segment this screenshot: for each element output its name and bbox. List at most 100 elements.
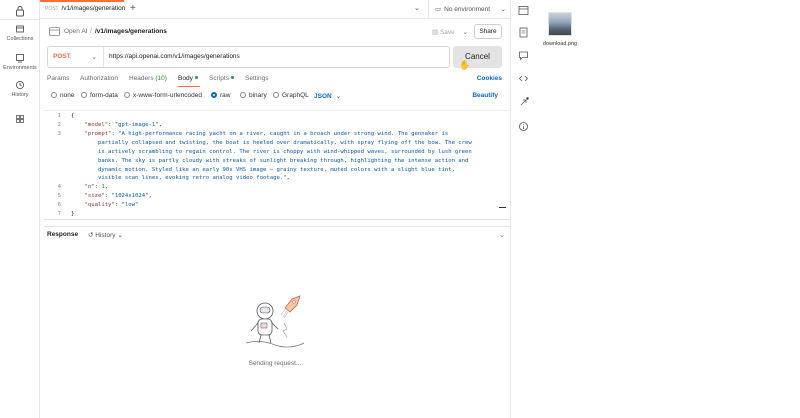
json-value: "1024x1024" <box>111 193 149 199</box>
chevron-down-icon: ⌄ <box>117 232 123 239</box>
share-button[interactable]: Share <box>474 24 502 39</box>
radio-button[interactable] <box>124 92 130 98</box>
info-icon[interactable] <box>518 121 529 132</box>
radio-binary[interactable]: binary <box>240 92 267 99</box>
json-value: is actively scrambling to regain control… <box>97 149 472 155</box>
tab-headers-label: Headers <box>129 75 154 82</box>
documentation-icon[interactable] <box>518 27 529 38</box>
method-select[interactable]: POST ⌄ <box>48 47 104 67</box>
json-value: banks. The sky is partly cloudy with str… <box>97 158 469 164</box>
breadcrumb: Open AI / /v1/images/generations ▤ Save … <box>40 22 510 42</box>
new-tab-button[interactable]: + <box>130 3 136 14</box>
desktop <box>535 0 800 418</box>
sidebar-item-label: History <box>11 92 29 98</box>
tab-params[interactable]: Params <box>47 75 69 82</box>
radio-raw[interactable]: raw <box>211 92 230 99</box>
code-line: } <box>71 211 75 217</box>
active-tab-indicator <box>178 86 200 87</box>
chevron-down-icon[interactable]: ⌄ <box>499 231 505 239</box>
left-sidebar: Collections Environments History <box>0 0 40 418</box>
cookies-link[interactable]: Cookies <box>477 75 502 82</box>
postman-app: Collections Environments History POST /v… <box>0 0 535 418</box>
lock-icon[interactable] <box>14 5 26 17</box>
save-icon: ▤ <box>432 29 439 36</box>
format-select[interactable]: JSON ⌄ <box>314 92 341 100</box>
code-line: partially collapsed and twisting, the bo… <box>71 140 472 146</box>
json-key: "n" <box>84 184 95 190</box>
line-number: 3 <box>57 131 61 137</box>
mouse-cursor-icon: ✋ <box>459 60 471 70</box>
tab-headers[interactable]: Headers (10) <box>129 75 167 82</box>
astronaut-illustration-icon <box>245 295 305 348</box>
chevron-down-icon: ⌄ <box>500 6 506 13</box>
tab-label: /v1/images/generation <box>61 5 126 12</box>
radio-label: form-data <box>90 92 118 99</box>
json-key: "quality" <box>84 202 115 208</box>
history-icon <box>15 80 25 90</box>
radio-none[interactable]: none <box>51 92 74 99</box>
file-name-label[interactable]: download.png <box>538 41 582 47</box>
radio-button-selected[interactable] <box>211 92 217 98</box>
code-icon[interactable] <box>518 73 529 84</box>
url-bar: POST ⌄ https://api.openai.com/v1/images/… <box>47 46 450 68</box>
status-dot <box>230 76 234 79</box>
request-tabs: Params Authorization Headers (10) Body S… <box>47 74 502 88</box>
tab-method: POST <box>45 6 59 12</box>
sidebar-item-history[interactable]: History <box>0 80 40 98</box>
json-key: "prompt" <box>84 131 112 137</box>
radio-button[interactable] <box>81 92 87 98</box>
code-line: "size": "1024x1024", <box>84 193 152 199</box>
request-tab[interactable]: POST /v1/images/generation <box>40 0 126 19</box>
chevron-down-icon[interactable]: ⌄ <box>414 4 420 12</box>
panel-toggle-icon[interactable] <box>518 5 529 16</box>
json-value: "A high-performance racing yacht on a ri… <box>118 131 449 137</box>
sidebar-item-collections[interactable]: Collections <box>0 24 40 42</box>
radio-form-data[interactable]: form-data <box>81 92 118 99</box>
tab-scripts[interactable]: Scripts <box>209 75 234 82</box>
chevron-down-icon: ⌄ <box>91 54 97 61</box>
sidebar-item-apps[interactable] <box>0 114 40 126</box>
json-value: dynamic motion. Styled like an early 90s… <box>97 167 455 173</box>
code-line: "n": 1, <box>84 184 109 190</box>
sidebar-item-environments[interactable]: Environments <box>0 53 40 71</box>
comments-icon[interactable] <box>518 50 529 61</box>
json-value: "gpt-image-1" <box>114 122 159 128</box>
environment-selector[interactable]: ▭ No environment ⌄ <box>428 0 510 19</box>
radio-label: binary <box>249 92 267 99</box>
format-label: JSON <box>314 93 332 100</box>
line-number: 5 <box>57 193 61 199</box>
related-collections-icon[interactable] <box>518 97 529 108</box>
tab-authorization[interactable]: Authorization <box>80 75 118 82</box>
breadcrumb-request[interactable]: /v1/images/generations <box>95 28 167 35</box>
environment-icon: ▭ <box>435 6 442 13</box>
radio-urlencoded[interactable]: x-www-form-urlencoded <box>124 92 202 99</box>
code-editor[interactable]: 1 2 3 4 5 6 7 { "model": "gpt-image-1", … <box>44 110 510 220</box>
collections-icon <box>16 25 24 33</box>
history-dropdown[interactable]: ↺ History ⌄ <box>88 231 123 239</box>
json-key: "model" <box>84 122 109 128</box>
url-input[interactable]: https://api.openai.com/v1/images/generat… <box>109 53 240 60</box>
chevron-down-icon[interactable]: ⌄ <box>463 29 468 36</box>
radio-button[interactable] <box>51 92 57 98</box>
code-line: "quality": "low" <box>84 202 139 208</box>
image-file-thumbnail[interactable] <box>548 12 572 36</box>
beautify-link[interactable]: Beautify <box>472 92 498 99</box>
right-sidebar <box>510 0 535 418</box>
save-button[interactable]: ▤ Save ⌄ <box>430 25 470 39</box>
environments-icon <box>16 54 24 63</box>
tab-body[interactable]: Body <box>178 75 198 82</box>
line-number: 1 <box>57 113 61 119</box>
radio-graphql[interactable]: GraphQL <box>273 92 309 99</box>
line-number: 2 <box>57 122 61 128</box>
breadcrumb-workspace[interactable]: Open AI <box>64 28 88 35</box>
code-line: "model": "gpt-image-1", <box>84 122 162 128</box>
code-line: banks. The sky is partly cloudy with str… <box>71 158 468 164</box>
scrollbar-marker[interactable] <box>499 207 506 208</box>
tab-settings[interactable]: Settings <box>245 75 269 82</box>
line-number: 4 <box>57 184 61 190</box>
radio-button[interactable] <box>273 92 279 98</box>
breadcrumb-separator: / <box>90 28 92 35</box>
radio-button[interactable] <box>240 92 246 98</box>
json-value: 1 <box>101 184 105 190</box>
json-key: "size" <box>84 193 105 199</box>
